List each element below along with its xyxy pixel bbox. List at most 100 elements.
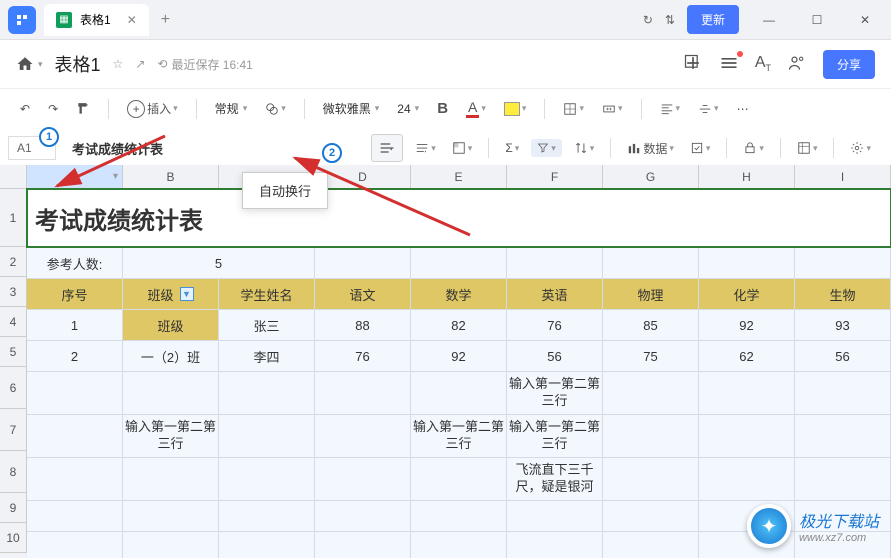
- cell[interactable]: 76: [507, 310, 603, 340]
- cell[interactable]: [27, 501, 123, 531]
- cell[interactable]: 输入第一第二第三行: [507, 372, 603, 414]
- cell[interactable]: [315, 532, 411, 558]
- row-header-6[interactable]: 6: [0, 367, 27, 409]
- cell[interactable]: 93: [795, 310, 891, 340]
- cell[interactable]: [699, 248, 795, 278]
- row-header-4[interactable]: 4: [0, 307, 27, 337]
- tab-active[interactable]: ▦ 表格1 ✕: [44, 4, 149, 36]
- rotate-text-button[interactable]: ▾: [411, 137, 440, 159]
- cell[interactable]: [699, 415, 795, 457]
- row-col-button[interactable]: ▾: [793, 137, 822, 159]
- formula-content[interactable]: 考试成绩统计表: [64, 135, 171, 162]
- sort-button[interactable]: ▾: [570, 137, 599, 159]
- col-header-A[interactable]: A▾: [27, 165, 123, 188]
- cell[interactable]: [411, 458, 507, 500]
- row-header-1[interactable]: 1: [0, 189, 27, 247]
- cell[interactable]: 75: [603, 341, 699, 371]
- lock-button[interactable]: ▾: [739, 137, 768, 159]
- font-select[interactable]: 微软雅黑 ▾: [319, 96, 384, 121]
- redo-button[interactable]: ↷: [44, 98, 62, 120]
- grid[interactable]: 考试成绩统计表参考人数:5序号班级▼学生姓名语文数学英语物理化学生物1班级张三8…: [27, 189, 891, 558]
- cell[interactable]: [123, 372, 219, 414]
- cell[interactable]: 飞流直下三千尺，疑是银河: [507, 458, 603, 500]
- cell[interactable]: [795, 415, 891, 457]
- cell[interactable]: 2: [27, 341, 123, 371]
- row-header-8[interactable]: 8: [0, 451, 27, 493]
- col-header-D[interactable]: D: [315, 165, 411, 188]
- cell[interactable]: 张三: [219, 310, 315, 340]
- row-header-3[interactable]: 3: [0, 277, 27, 307]
- currency-button[interactable]: ▾: [261, 98, 290, 120]
- cell[interactable]: [411, 501, 507, 531]
- cell[interactable]: 序号: [27, 279, 123, 309]
- more-button[interactable]: ⋯: [733, 98, 753, 120]
- text-color-button[interactable]: A▾: [462, 95, 490, 122]
- cell[interactable]: 5: [123, 248, 315, 278]
- cell[interactable]: 92: [699, 310, 795, 340]
- cell[interactable]: [123, 532, 219, 558]
- merge-button[interactable]: ▾: [598, 98, 627, 120]
- cell[interactable]: [123, 458, 219, 500]
- cell[interactable]: 班级▼: [123, 279, 219, 309]
- fill-color-button[interactable]: ▾: [500, 98, 531, 120]
- sort-icon[interactable]: ⇅: [665, 13, 675, 27]
- app-icon[interactable]: [8, 6, 36, 34]
- cell[interactable]: [699, 372, 795, 414]
- add-tab-button[interactable]: +: [161, 11, 170, 29]
- format-painter-button[interactable]: [72, 98, 94, 120]
- cell[interactable]: [315, 415, 411, 457]
- cell[interactable]: 76: [315, 341, 411, 371]
- cell[interactable]: 85: [603, 310, 699, 340]
- cell[interactable]: [315, 458, 411, 500]
- cell[interactable]: 88: [315, 310, 411, 340]
- cell[interactable]: [315, 372, 411, 414]
- cell[interactable]: 英语: [507, 279, 603, 309]
- row-header-7[interactable]: 7: [0, 409, 27, 451]
- close-icon[interactable]: ✕: [127, 13, 137, 27]
- cell[interactable]: [603, 415, 699, 457]
- cell[interactable]: 输入第一第二第三行: [123, 415, 219, 457]
- cell[interactable]: 语文: [315, 279, 411, 309]
- cell[interactable]: [27, 532, 123, 558]
- cell[interactable]: [411, 532, 507, 558]
- cell[interactable]: [27, 372, 123, 414]
- cell[interactable]: [507, 248, 603, 278]
- cell[interactable]: [795, 458, 891, 500]
- cell[interactable]: 82: [411, 310, 507, 340]
- cell[interactable]: [603, 248, 699, 278]
- cell[interactable]: 56: [507, 341, 603, 371]
- cell[interactable]: 参考人数:: [27, 248, 123, 278]
- minimize-button[interactable]: —: [751, 2, 787, 38]
- wrap-text-button[interactable]: [371, 134, 403, 162]
- align-button[interactable]: ▾: [656, 98, 685, 120]
- home-button[interactable]: ▾: [16, 55, 43, 73]
- cell[interactable]: 输入第一第二第三行: [411, 415, 507, 457]
- filter-button[interactable]: ▾: [531, 139, 562, 157]
- cell[interactable]: 一（2）班: [123, 341, 219, 371]
- cell[interactable]: [507, 532, 603, 558]
- title-cell[interactable]: 考试成绩统计表: [27, 189, 891, 247]
- number-format-select[interactable]: 常规 ▾: [211, 96, 252, 121]
- cell[interactable]: 学生姓名: [219, 279, 315, 309]
- cell[interactable]: [603, 501, 699, 531]
- maximize-button[interactable]: ☐: [799, 2, 835, 38]
- font-size-icon[interactable]: AT: [755, 54, 771, 73]
- col-header-E[interactable]: E: [411, 165, 507, 188]
- cell[interactable]: [411, 372, 507, 414]
- folder-move-icon[interactable]: ↗: [135, 57, 145, 71]
- cell[interactable]: 化学: [699, 279, 795, 309]
- cell[interactable]: [603, 532, 699, 558]
- cell[interactable]: [603, 458, 699, 500]
- cell[interactable]: 数学: [411, 279, 507, 309]
- cell[interactable]: 输入第一第二第三行: [507, 415, 603, 457]
- cell[interactable]: [507, 501, 603, 531]
- row-header-9[interactable]: 9: [0, 493, 27, 523]
- cell[interactable]: 56: [795, 341, 891, 371]
- cell[interactable]: [315, 501, 411, 531]
- close-button[interactable]: ✕: [847, 2, 883, 38]
- share-button[interactable]: 分享: [823, 50, 875, 79]
- row-header-2[interactable]: 2: [0, 247, 27, 277]
- validation-button[interactable]: ▾: [686, 137, 715, 159]
- refresh-icon[interactable]: ↻: [643, 13, 653, 27]
- update-button[interactable]: 更新: [687, 5, 739, 34]
